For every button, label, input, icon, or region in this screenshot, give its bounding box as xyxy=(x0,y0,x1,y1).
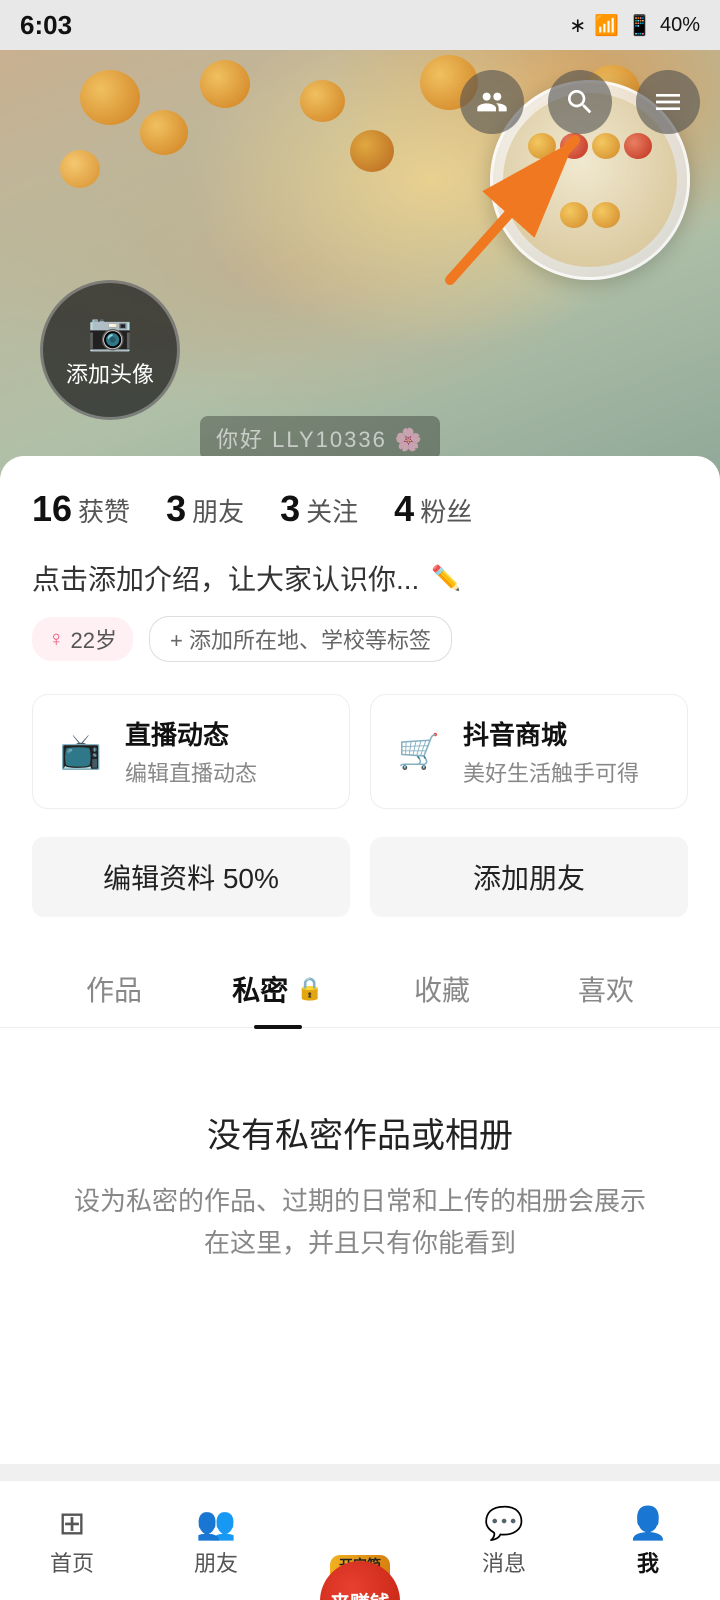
gender-age-text: 22岁 xyxy=(71,623,117,655)
wifi-icon: 📶 xyxy=(594,13,619,38)
profile-section: 16 获赞 3 朋友 3 关注 4 粉丝 点击添加介绍，让大家认识你... ✏️… xyxy=(0,456,720,1464)
friends-label: 朋友 xyxy=(192,492,244,529)
messages-icon: 💬 xyxy=(484,1504,524,1542)
friends-icon xyxy=(476,86,508,118)
fruit-decoration xyxy=(80,70,140,125)
fruit-decoration xyxy=(60,150,100,188)
nav-friends-label: 朋友 xyxy=(194,1546,238,1578)
tab-likes[interactable]: 喜欢 xyxy=(524,949,688,1027)
nav-home-label: 首页 xyxy=(50,1546,94,1578)
shop-sub: 美好生活触手可得 xyxy=(463,756,639,788)
tab-likes-label: 喜欢 xyxy=(578,969,634,1009)
nav-friends[interactable]: 👥 朋友 xyxy=(144,1481,288,1600)
tab-works-label: 作品 xyxy=(86,969,142,1009)
action-row: 编辑资料 50% 添加朋友 xyxy=(32,837,688,917)
battery-text: 40% xyxy=(660,14,700,37)
gender-icon: ♀ xyxy=(48,626,65,652)
status-bar: 6:03 ∗ 📶 📱 40% xyxy=(0,0,720,50)
avatar-button[interactable]: 📷 添加头像 xyxy=(40,280,180,420)
gender-tag: ♀ 22岁 xyxy=(32,617,133,661)
fruit-decoration xyxy=(300,80,345,122)
tab-favorites[interactable]: 收藏 xyxy=(360,949,524,1027)
menu-button[interactable] xyxy=(636,70,700,134)
nav-messages-label: 消息 xyxy=(482,1546,526,1578)
add-avatar-label: 添加头像 xyxy=(66,357,154,389)
nav-messages[interactable]: 💬 消息 xyxy=(432,1481,576,1600)
profile-icon: 👤 xyxy=(628,1504,668,1542)
stat-friends[interactable]: 3 朋友 xyxy=(166,488,244,530)
nav-profile-label: 我 xyxy=(637,1546,659,1578)
live-icon: 📺 xyxy=(53,724,109,780)
fruit-decoration xyxy=(140,110,188,155)
bio-row[interactable]: 点击添加介绍，让大家认识你... ✏️ xyxy=(32,558,688,598)
fruit-decoration xyxy=(200,60,250,108)
add-tag-button[interactable]: + 添加所在地、学校等标签 xyxy=(149,616,452,662)
signal-icon: 📱 xyxy=(627,13,652,38)
status-icons: ∗ 📶 📱 40% xyxy=(569,13,700,38)
following-count: 3 xyxy=(280,488,300,530)
friends-button[interactable] xyxy=(460,70,524,134)
empty-description: 设为私密的作品、过期的日常和上传的相册会展示在这里，并且只有你能看到 xyxy=(72,1181,648,1264)
tags-row: ♀ 22岁 + 添加所在地、学校等标签 xyxy=(32,616,688,662)
add-friend-button[interactable]: 添加朋友 xyxy=(370,837,688,917)
menu-icon xyxy=(652,86,684,118)
shop-title: 抖音商城 xyxy=(463,715,639,752)
friends-count: 3 xyxy=(166,488,186,530)
earn-badge: 开宝箱 来赚钱 xyxy=(300,1543,420,1600)
bottom-navigation: ⊞ 首页 👥 朋友 开宝箱 来赚钱 💬 消息 👤 我 xyxy=(0,1480,720,1600)
lock-icon: 🔒 xyxy=(296,976,323,1002)
followers-count: 4 xyxy=(394,488,414,530)
nav-friends-icon: 👥 xyxy=(196,1504,236,1542)
edit-bio-icon[interactable]: ✏️ xyxy=(431,564,461,593)
likes-count: 16 xyxy=(32,488,72,530)
content-tabs: 作品 私密 🔒 收藏 喜欢 xyxy=(0,949,720,1028)
following-label: 关注 xyxy=(306,492,358,529)
live-info: 直播动态 编辑直播动态 xyxy=(125,715,257,788)
shop-info: 抖音商城 美好生活触手可得 xyxy=(463,715,639,788)
followers-label: 粉丝 xyxy=(420,492,472,529)
tab-private[interactable]: 私密 🔒 xyxy=(196,949,360,1027)
avatar-area[interactable]: 📷 添加头像 xyxy=(40,280,180,420)
nav-home[interactable]: ⊞ 首页 xyxy=(0,1481,144,1600)
camera-icon: 📷 xyxy=(88,311,133,353)
cover-area: 📷 添加头像 你好 LLY10336 🌸 xyxy=(0,50,720,480)
username-area: 你好 LLY10336 🌸 xyxy=(200,416,440,460)
username-blurred: 你好 LLY10336 🌸 xyxy=(216,427,424,452)
edit-profile-button[interactable]: 编辑资料 50% xyxy=(32,837,350,917)
feature-live[interactable]: 📺 直播动态 编辑直播动态 xyxy=(32,694,350,809)
search-icon xyxy=(564,86,596,118)
stat-following[interactable]: 3 关注 xyxy=(280,488,358,530)
nav-profile[interactable]: 👤 我 xyxy=(576,1481,720,1600)
empty-state: 没有私密作品或相册 设为私密的作品、过期的日常和上传的相册会展示在这里，并且只有… xyxy=(32,1028,688,1324)
tab-favorites-label: 收藏 xyxy=(414,969,470,1009)
likes-label: 获赞 xyxy=(78,492,130,529)
status-time: 6:03 xyxy=(20,10,72,41)
live-title: 直播动态 xyxy=(125,715,257,752)
feature-row: 📺 直播动态 编辑直播动态 🛒 抖音商城 美好生活触手可得 xyxy=(32,694,688,809)
tab-private-label: 私密 xyxy=(232,969,288,1009)
fruit-decoration xyxy=(350,130,394,172)
bio-text: 点击添加介绍，让大家认识你... xyxy=(32,558,419,598)
empty-title: 没有私密作品或相册 xyxy=(72,1108,648,1157)
add-tag-label: + 添加所在地、学校等标签 xyxy=(170,628,431,653)
home-icon: ⊞ xyxy=(59,1504,86,1542)
stats-row: 16 获赞 3 朋友 3 关注 4 粉丝 xyxy=(32,488,688,530)
earn-label: 来赚钱 xyxy=(330,1587,390,1600)
bluetooth-icon: ∗ xyxy=(569,13,586,38)
tab-works[interactable]: 作品 xyxy=(32,949,196,1027)
stat-likes[interactable]: 16 获赞 xyxy=(32,488,130,530)
feature-shop[interactable]: 🛒 抖音商城 美好生活触手可得 xyxy=(370,694,688,809)
search-button[interactable] xyxy=(548,70,612,134)
stat-followers[interactable]: 4 粉丝 xyxy=(394,488,472,530)
live-sub: 编辑直播动态 xyxy=(125,756,257,788)
header-icon-group xyxy=(460,70,700,134)
shop-icon: 🛒 xyxy=(391,724,447,780)
